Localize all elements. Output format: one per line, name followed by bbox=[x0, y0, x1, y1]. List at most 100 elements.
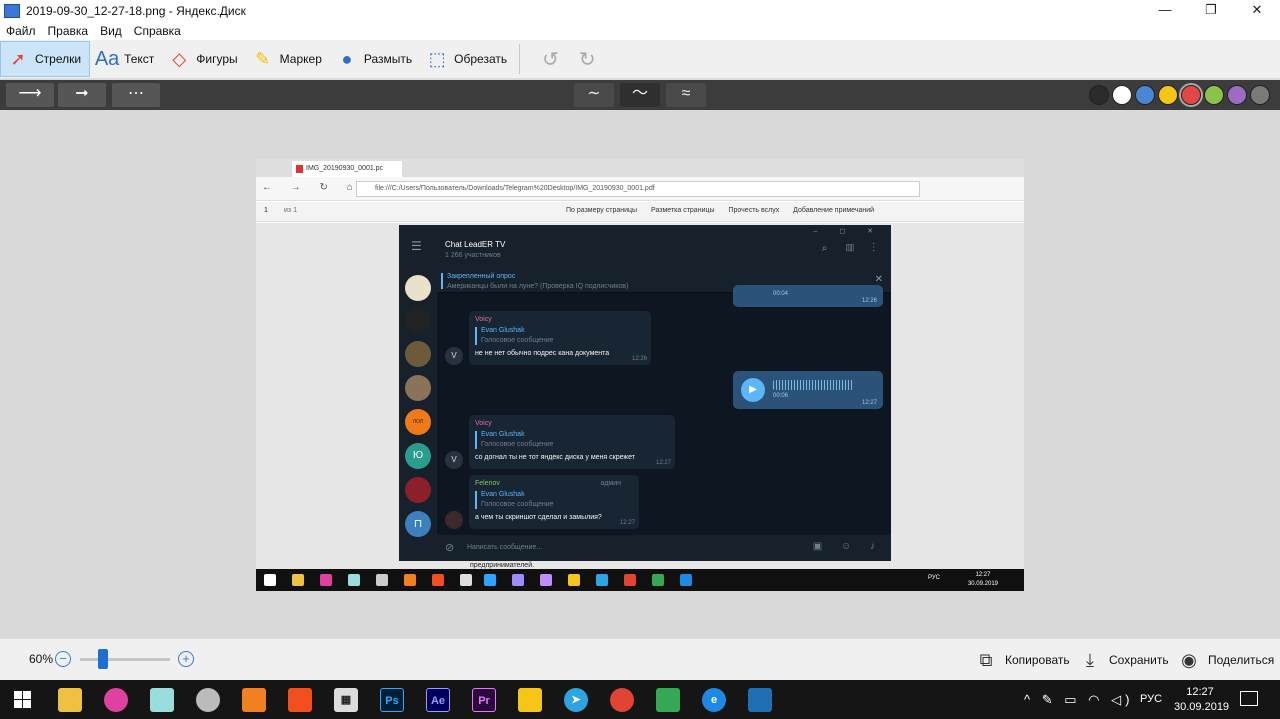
app-icon[interactable] bbox=[104, 688, 128, 712]
google-drive-icon[interactable] bbox=[656, 688, 680, 712]
browser-tabs: IMG_20190930_0001.pc bbox=[256, 159, 1024, 177]
stroke-thin[interactable]: ∼ bbox=[574, 83, 614, 107]
options-bar: ⟶ ➞ ⋯ ∼ 〜 ≈ bbox=[0, 80, 1280, 110]
zoom-slider-thumb[interactable] bbox=[98, 649, 108, 669]
inner-taskbar: РУС 12:27 30.09.2019 bbox=[256, 569, 1024, 591]
blur-icon: ● bbox=[341, 48, 353, 69]
pdf-text: предпринимателей. bbox=[470, 562, 535, 569]
message-bubble: Felenov админ Evan Glushak Голосовое соо… bbox=[469, 475, 639, 529]
app-icon[interactable] bbox=[518, 688, 542, 712]
zoom-in-button[interactable]: + bbox=[178, 651, 194, 667]
message-time: 12:26 bbox=[861, 298, 877, 304]
pdf-annotate: Добавление примечаний bbox=[793, 207, 875, 214]
color-black[interactable] bbox=[1089, 85, 1109, 105]
menu-edit[interactable]: Правка bbox=[48, 24, 89, 38]
language-indicator[interactable]: РУС bbox=[1140, 693, 1162, 705]
app-icon[interactable] bbox=[748, 688, 772, 712]
pdf-tools: По размеру страницы Разметка страницы Пр… bbox=[566, 207, 886, 214]
message-sender: Felenov bbox=[475, 480, 500, 487]
reply-name: Evan Glushak bbox=[481, 327, 525, 334]
chrome-icon[interactable] bbox=[610, 688, 634, 712]
tool-crop[interactable]: ⬚ Обрезать bbox=[420, 41, 515, 77]
redo-icon[interactable]: ↻ bbox=[579, 47, 596, 72]
color-green[interactable] bbox=[1204, 85, 1224, 105]
tool-arrows[interactable]: ➚ Стрелки bbox=[0, 41, 91, 77]
window-title: 2019-09-30_12-27-18.png - Яндекс.Диск bbox=[26, 4, 246, 18]
chat-name: Chat LeadER TV bbox=[445, 240, 506, 249]
aftereffects-icon[interactable]: Ae bbox=[426, 688, 450, 712]
telegram-sidebar: ЛОЛ Ю ⊓ bbox=[399, 269, 437, 561]
telegram-header: ☰ Chat LeadER TV 1 266 участников – ◻ ✕ … bbox=[399, 225, 891, 269]
app-icon[interactable] bbox=[242, 688, 266, 712]
menu-bar: Файл Правка Вид Справка bbox=[0, 22, 1280, 40]
voice-waveform bbox=[773, 380, 853, 390]
reply-text: Голосовое сообщение bbox=[481, 337, 554, 344]
message-text: со догнал ты не тот яндекс диска у меня … bbox=[475, 454, 635, 461]
drive-icon bbox=[652, 574, 664, 586]
inner-lang: РУС bbox=[927, 575, 940, 581]
tool-shapes[interactable]: ◇ Фигуры bbox=[162, 41, 245, 77]
notification-icon[interactable] bbox=[1240, 691, 1258, 706]
message-bubble: Voicy Evan Glushak Голосовое сообщение н… bbox=[469, 311, 651, 365]
app-icon bbox=[320, 574, 332, 586]
zoom-slider[interactable] bbox=[80, 658, 170, 661]
color-yellow[interactable] bbox=[1158, 85, 1178, 105]
menu-help[interactable]: Справка bbox=[134, 24, 181, 38]
color-white[interactable] bbox=[1112, 85, 1132, 105]
telegram-icon[interactable]: ➤ bbox=[564, 688, 588, 712]
taskbar-clock[interactable]: 12:27 30.09.2019 bbox=[1174, 685, 1229, 715]
message-sender: Voicy bbox=[475, 316, 492, 323]
pdf-read-aloud: Прочесть вслух bbox=[728, 207, 780, 214]
shapes-icon: ◇ bbox=[172, 48, 187, 69]
copy-button[interactable]: ⧉ Копировать bbox=[975, 649, 1070, 671]
pdf-layout: Разметка страницы bbox=[651, 207, 715, 214]
message-time: 12:26 bbox=[631, 356, 647, 362]
color-red[interactable] bbox=[1181, 85, 1201, 105]
arrow-icon: ➚ bbox=[10, 48, 26, 69]
window-titlebar: 2019-09-30_12-27-18.png - Яндекс.Диск — … bbox=[0, 0, 1280, 22]
hamburger-icon: ☰ bbox=[411, 239, 422, 253]
zoom-out-button[interactable]: − bbox=[55, 651, 71, 667]
maximize-button[interactable]: ❐ bbox=[1188, 0, 1234, 22]
color-gray[interactable] bbox=[1250, 85, 1270, 105]
window-controls: — ❐ ✕ bbox=[1142, 0, 1280, 22]
photoshop-icon[interactable]: Ps bbox=[380, 688, 404, 712]
color-blue[interactable] bbox=[1135, 85, 1155, 105]
windows-start-icon[interactable] bbox=[14, 691, 31, 708]
figma-icon[interactable] bbox=[288, 688, 312, 712]
system-tray-icons[interactable]: ^ ✎ ▭ ◠ ◁) bbox=[1024, 692, 1133, 708]
undo-icon[interactable]: ↺ bbox=[542, 47, 559, 72]
screenshot-image[interactable]: IMG_20190930_0001.pc ← → ↻ ⌂ file:///C:/… bbox=[256, 159, 1024, 591]
tool-blur[interactable]: ● Размыть bbox=[330, 41, 420, 77]
premiere-icon[interactable]: Pr bbox=[472, 688, 496, 712]
arrow-style-thin[interactable]: ⟶ bbox=[6, 83, 54, 107]
share-button[interactable]: ◉ Поделиться bbox=[1178, 649, 1274, 671]
clock-time: 12:27 bbox=[1186, 686, 1214, 698]
tools-toolbar: ➚ Стрелки Aa Текст ◇ Фигуры ✎ Маркер ● Р… bbox=[0, 40, 1280, 79]
arrow-style-thick[interactable]: ➞ bbox=[58, 83, 106, 107]
stroke-medium[interactable]: 〜 bbox=[620, 83, 660, 107]
app-icon[interactable] bbox=[196, 688, 220, 712]
tool-marker[interactable]: ✎ Маркер bbox=[246, 41, 330, 77]
app-icon[interactable] bbox=[150, 688, 174, 712]
menu-view[interactable]: Вид bbox=[100, 24, 122, 38]
calculator-icon[interactable]: ▦ bbox=[334, 688, 358, 712]
color-purple[interactable] bbox=[1227, 85, 1247, 105]
minimize-button[interactable]: — bbox=[1142, 0, 1188, 22]
close-button[interactable]: ✕ bbox=[1234, 0, 1280, 22]
chat-avatar bbox=[405, 307, 431, 333]
message-placeholder: Написать сообщение... bbox=[467, 544, 543, 551]
edge-icon[interactable]: e bbox=[702, 688, 726, 712]
menu-file[interactable]: Файл bbox=[6, 24, 36, 38]
tool-marker-label: Маркер bbox=[279, 52, 322, 66]
save-button[interactable]: ⤓ Сохранить bbox=[1079, 649, 1169, 671]
copy-icon: ⧉ bbox=[979, 650, 993, 670]
pinned-bar bbox=[441, 273, 443, 289]
share-label: Поделиться bbox=[1208, 653, 1275, 667]
marker-icon: ✎ bbox=[255, 48, 271, 69]
stroke-thick[interactable]: ≈ bbox=[666, 83, 706, 107]
tool-text[interactable]: Aa Текст bbox=[90, 41, 162, 77]
arrow-style-dotted[interactable]: ⋯ bbox=[112, 83, 160, 107]
browser-address-bar: ← → ↻ ⌂ file:///C:/Users/Пользователь/Do… bbox=[256, 177, 1024, 201]
file-explorer-icon[interactable] bbox=[58, 688, 82, 712]
